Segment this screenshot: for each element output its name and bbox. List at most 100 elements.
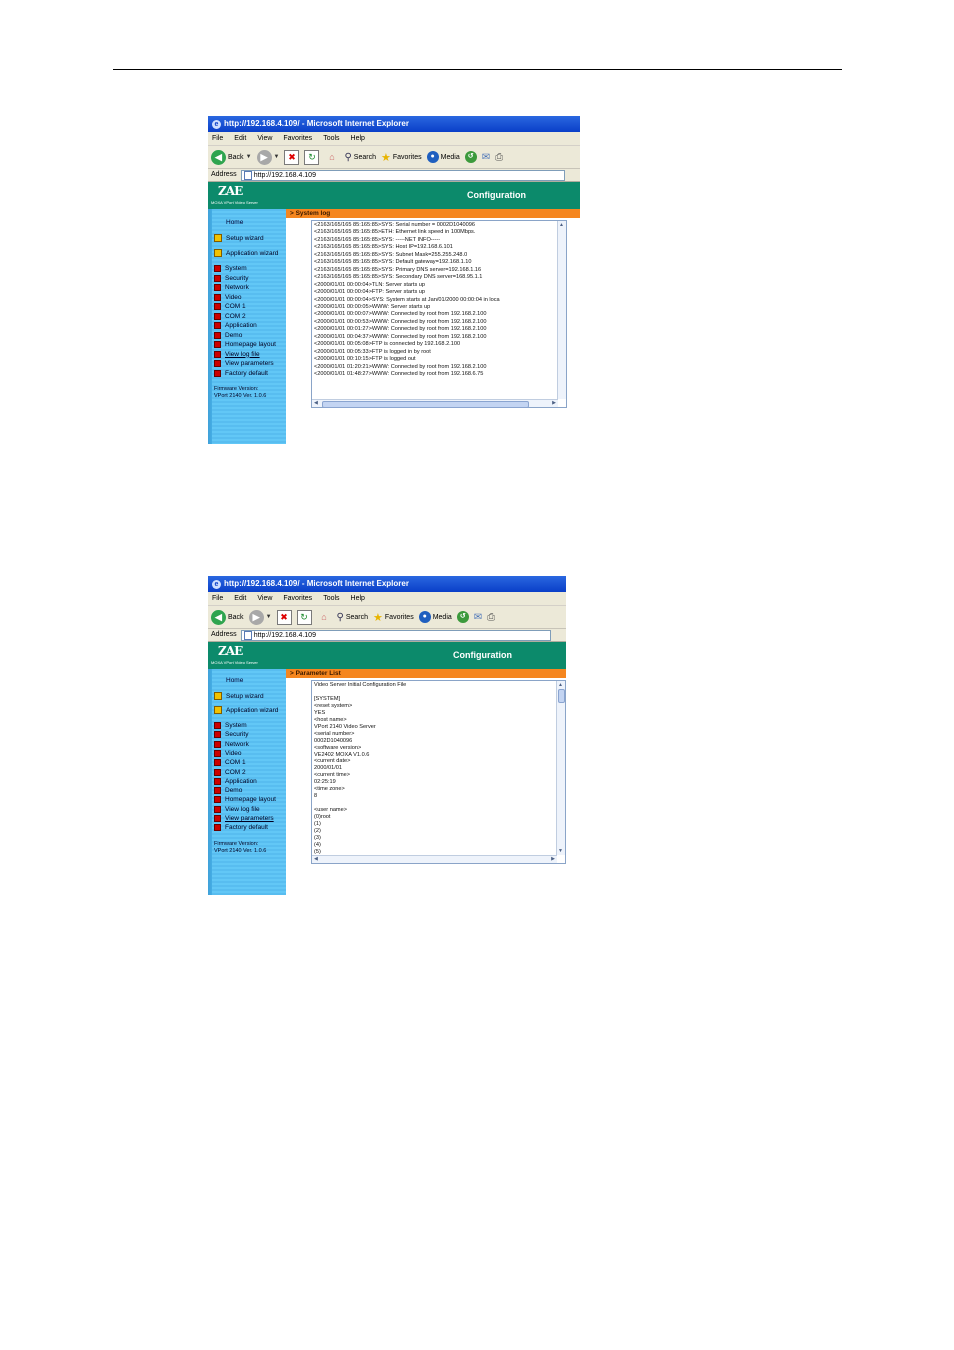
- address-label: Address: [211, 631, 237, 638]
- sidebar-item-com2[interactable]: COM 2: [214, 768, 246, 776]
- sidebar-item-view-parameters[interactable]: View parameters: [214, 815, 274, 822]
- log-line: <2000/01/01 00:00:04>FTP: Server starts …: [314, 289, 426, 296]
- menu-tools[interactable]: Tools: [323, 592, 339, 605]
- sidebar-item-homepage-layout[interactable]: Homepage layout: [214, 341, 276, 348]
- sidebar-item-security[interactable]: Security: [214, 274, 248, 282]
- chevron-down-icon[interactable]: ▼: [274, 154, 280, 160]
- forward-button[interactable]: ▶ ▼: [248, 609, 272, 625]
- menu-help[interactable]: Help: [351, 592, 365, 605]
- sidebar-item-view-log-file[interactable]: View log file: [214, 805, 260, 813]
- scroll-thumb[interactable]: [558, 689, 565, 703]
- stop-icon[interactable]: ✖: [276, 609, 292, 625]
- scroll-right-icon[interactable]: ▶: [552, 400, 556, 406]
- scroll-up-icon[interactable]: ▲: [558, 682, 563, 688]
- mail-icon[interactable]: ✉: [474, 612, 482, 623]
- sidebar-item-label: Network: [225, 284, 249, 291]
- log-textarea[interactable]: <2163/165/165 85:165:85>SYS: Serial numb…: [311, 220, 567, 408]
- chevron-down-icon[interactable]: ▼: [246, 154, 252, 160]
- print-icon[interactable]: ⎙: [495, 152, 503, 163]
- search-button[interactable]: ⚲ Search: [337, 612, 369, 623]
- sidebar-item-label: COM 1: [225, 303, 246, 310]
- menu-tools[interactable]: Tools: [323, 132, 339, 145]
- media-button[interactable]: ● Media: [418, 611, 452, 623]
- mail-icon[interactable]: ✉: [482, 152, 490, 163]
- sidebar-item-demo[interactable]: Demo: [214, 787, 242, 795]
- sidebar-application-wizard[interactable]: Application wizard: [214, 706, 278, 714]
- sidebar-item-network[interactable]: Network: [214, 284, 249, 291]
- sidebar-application-wizard[interactable]: Application wizard: [214, 249, 278, 257]
- sidebar-item-com1[interactable]: COM 1: [214, 759, 246, 767]
- address-input[interactable]: http://192.168.4.109: [240, 629, 551, 641]
- home-icon[interactable]: ⌂: [324, 150, 339, 165]
- window-title: http://192.168.4.109/ - Microsoft Intern…: [224, 579, 409, 588]
- sidebar-item-video[interactable]: Video: [214, 293, 242, 301]
- search-button[interactable]: ⚲ Search: [344, 152, 376, 163]
- menu-file[interactable]: File: [212, 132, 223, 145]
- menu-view[interactable]: View: [257, 132, 272, 145]
- favorites-button[interactable]: ★ Favorites: [373, 611, 414, 624]
- sidebar-item-homepage-layout[interactable]: Homepage layout: [214, 796, 276, 804]
- sidebar-item-system[interactable]: System: [214, 265, 247, 272]
- sidebar-home[interactable]: Home: [226, 219, 243, 226]
- refresh-icon[interactable]: ↻: [304, 149, 320, 165]
- menu-help[interactable]: Help: [351, 132, 365, 145]
- favorites-button[interactable]: ★ Favorites: [381, 151, 422, 164]
- refresh-icon[interactable]: ↻: [296, 609, 312, 625]
- bullet-icon: [214, 768, 221, 776]
- parameter-line: <current time>: [314, 772, 351, 779]
- parameter-line: VPort 2140 Video Server: [314, 723, 376, 730]
- parameter-line: (0)root: [314, 814, 331, 821]
- history-icon[interactable]: ↺: [456, 611, 469, 623]
- media-button[interactable]: ● Media: [426, 151, 460, 163]
- sidebar-item-security[interactable]: Security: [214, 731, 249, 739]
- sidebar-item-view-parameters[interactable]: View parameters: [214, 360, 274, 367]
- sidebar-item-application[interactable]: Application: [214, 322, 257, 329]
- sidebar-setup-wizard[interactable]: Setup wizard: [214, 234, 264, 242]
- menu-file[interactable]: File: [212, 592, 223, 605]
- sidebar-setup-wizard[interactable]: Setup wizard: [214, 692, 264, 700]
- sidebar-item-com1[interactable]: COM 1: [214, 303, 246, 310]
- sidebar-item-view-log-file[interactable]: View log file: [214, 350, 260, 358]
- back-label: Back: [228, 153, 244, 161]
- window-title: http://192.168.4.109/ - Microsoft Intern…: [224, 119, 409, 128]
- menu-edit[interactable]: Edit: [234, 592, 246, 605]
- menu-favorites[interactable]: Favorites: [283, 132, 312, 145]
- scroll-left-icon[interactable]: ◀: [314, 400, 318, 406]
- menu-edit[interactable]: Edit: [234, 132, 246, 145]
- scroll-up-icon[interactable]: ▲: [559, 222, 564, 228]
- sidebar-home[interactable]: Home: [226, 677, 243, 684]
- sidebar-item-label: Security: [225, 731, 249, 739]
- sidebar-item-video[interactable]: Video: [214, 749, 242, 757]
- star-icon: ★: [380, 151, 391, 164]
- sidebar-item-com2[interactable]: COM 2: [214, 312, 246, 320]
- back-button[interactable]: ◀ Back: [211, 609, 244, 625]
- history-icon[interactable]: ↺: [464, 151, 477, 163]
- stop-icon[interactable]: ✖: [284, 149, 300, 165]
- sidebar-item-factory-default[interactable]: Factory default: [214, 824, 268, 832]
- sidebar-item-network[interactable]: Network: [214, 740, 249, 748]
- home-icon[interactable]: ⌂: [317, 610, 332, 625]
- horizontal-scrollbar[interactable]: ◀ ▶: [312, 399, 558, 408]
- menu-view[interactable]: View: [257, 592, 272, 605]
- back-button[interactable]: ◀ Back ▼: [211, 149, 252, 165]
- vertical-scrollbar[interactable]: ▲ ▼: [556, 681, 565, 855]
- horizontal-scrollbar[interactable]: ◀ ▶: [312, 855, 557, 863]
- sidebar-item-application[interactable]: Application: [214, 777, 257, 785]
- menu-favorites[interactable]: Favorites: [283, 592, 312, 605]
- sidebar-item-system[interactable]: System: [214, 722, 247, 729]
- print-icon[interactable]: ⎙: [487, 612, 495, 623]
- sidebar-item-factory-default[interactable]: Factory default: [214, 369, 268, 377]
- address-input[interactable]: http://192.168.4.109: [240, 169, 565, 181]
- back-arrow-icon: ◀: [211, 609, 226, 625]
- parameter-textarea[interactable]: Video Server Initial Configuration File …: [311, 680, 566, 864]
- scroll-right-icon[interactable]: ▶: [551, 856, 555, 862]
- parameter-line: <current date>: [314, 758, 351, 765]
- sidebar-item-label: Demo: [225, 331, 243, 339]
- scroll-down-icon[interactable]: ▼: [558, 848, 563, 854]
- forward-button[interactable]: ▶ ▼: [256, 149, 280, 165]
- scroll-left-icon[interactable]: ◀: [314, 856, 318, 862]
- sidebar-item-demo[interactable]: Demo: [214, 331, 243, 339]
- scroll-thumb[interactable]: [322, 401, 529, 408]
- vertical-scrollbar[interactable]: ▲: [557, 221, 566, 399]
- chevron-down-icon[interactable]: ▼: [266, 614, 272, 620]
